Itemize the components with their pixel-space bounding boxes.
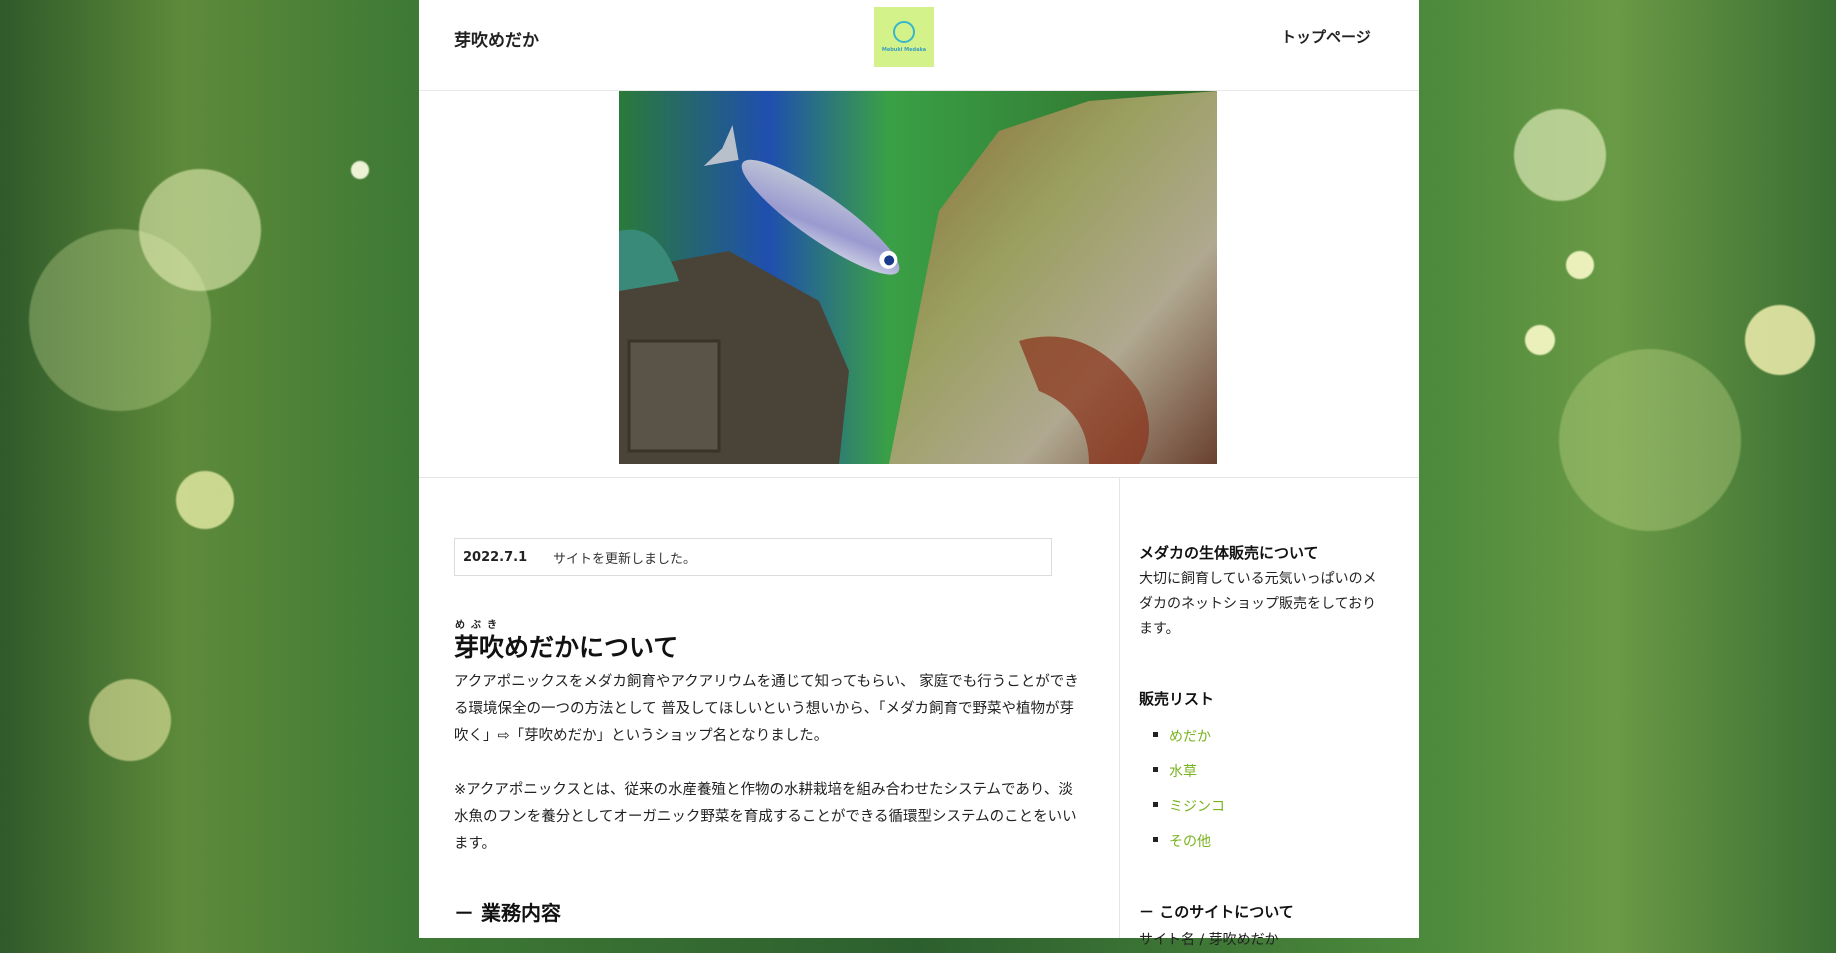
sales-list-item-other[interactable]: その他 [1139,831,1225,866]
news-notice: 2022.7.1 サイトを更新しました。 [454,538,1052,576]
nav-top-page-link[interactable]: トップページ [1281,26,1371,47]
aquaponics-note: ※アクアポニックスとは、従来の水産養殖と作物の水耕栽培を組み合わせたシステムであ… [454,782,1077,852]
intro-paragraph: アクアポニックスをメダカ飼育やアクアリウムを通じて知ってもらい、 家庭でも行うこ… [454,674,1079,744]
site-title[interactable]: 芽吹めだか [454,26,539,51]
sidebar-sales-text: 大切に飼育している元気いっぱいのメダカのネットショップ販売をしております。 [1139,571,1377,637]
logo-text: Mebuki Medaka [881,47,927,53]
sales-list-item-medaka[interactable]: めだか [1139,726,1225,761]
hero-image [619,91,1217,464]
sidebar-list-title: 販売リスト [1139,690,1215,708]
sidebar-about-text: サイト名 / 芽吹めだか [1139,932,1279,948]
sidebar-sales-title: メダカの生体販売について [1139,544,1319,562]
sales-list-item-daphnia[interactable]: ミジンコ [1139,796,1225,831]
page-heading: 芽吹めだかについて [454,633,679,662]
site-logo[interactable]: Mebuki Medaka [874,7,934,67]
fishbowl-icon [893,21,915,43]
sidebar-about-title: － このサイトについて [1139,903,1294,921]
sales-list-item-waterweed[interactable]: 水草 [1139,761,1225,796]
sidebar-divider [1119,478,1120,938]
site-header: 芽吹めだか Mebuki Medaka トップページ [419,0,1419,91]
sales-list: めだか 水草 ミジンコ その他 [1139,726,1225,866]
notice-date: 2022.7.1 [463,549,528,565]
business-heading: － 業務内容 [454,901,561,925]
page-container: 芽吹めだか Mebuki Medaka トップページ 2022.7.1 サイトを… [419,0,1419,948]
notice-text: サイトを更新しました。 [553,551,697,567]
